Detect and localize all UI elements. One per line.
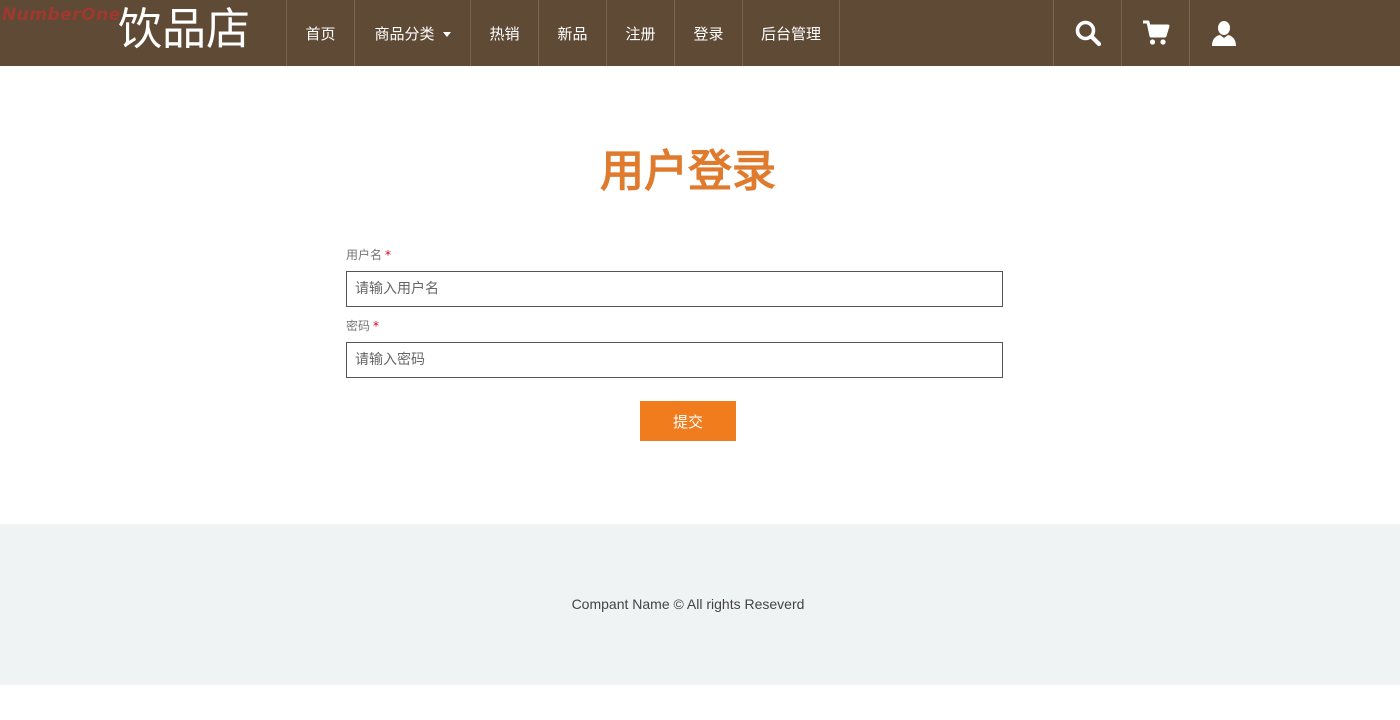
copyright-text: Compant Name © All rights Reseverd [571,596,805,612]
nav-home[interactable]: 首页 [287,0,355,66]
password-label: 密码 * [346,317,1003,335]
footer: Compant Name © All rights Reseverd [0,524,1400,685]
username-label-text: 用户名 [346,248,383,262]
required-mark: * [373,319,380,333]
nav-categories[interactable]: 商品分类 [355,0,471,66]
username-input[interactable] [346,271,1003,307]
nav-login[interactable]: 登录 [675,0,743,66]
nav-categories-label: 商品分类 [374,24,435,43]
top-navbar: 饮品店 NumberOne 首页 商品分类 热销 新品 注册 登录 后台管理 [0,0,1400,66]
main-nav: 首页 商品分类 热销 新品 注册 登录 后台管理 [286,0,840,66]
header-icon-group [1053,0,1258,66]
login-form: 用户名* 密码* [346,246,1003,378]
watermark: NumberOne [2,5,121,25]
caret-down-icon [442,31,451,37]
account-button[interactable] [1190,0,1258,66]
password-input[interactable] [346,342,1003,378]
search-icon [1075,20,1101,47]
nav-admin[interactable]: 后台管理 [743,0,840,66]
search-button[interactable] [1054,0,1122,66]
username-label: 用户名 * [346,246,1003,264]
cart-icon [1142,20,1169,45]
site-logo[interactable]: 饮品店 [118,4,250,56]
nav-hot[interactable]: 热销 [471,0,539,66]
submit-button[interactable]: 提交 [640,401,736,441]
user-icon [1212,21,1236,46]
cart-button[interactable] [1122,0,1190,66]
nav-register[interactable]: 注册 [607,0,675,66]
page-title: 用户登录 [600,146,776,197]
nav-new[interactable]: 新品 [539,0,607,66]
password-label-text: 密码 [346,319,371,333]
required-mark: * [385,248,392,262]
